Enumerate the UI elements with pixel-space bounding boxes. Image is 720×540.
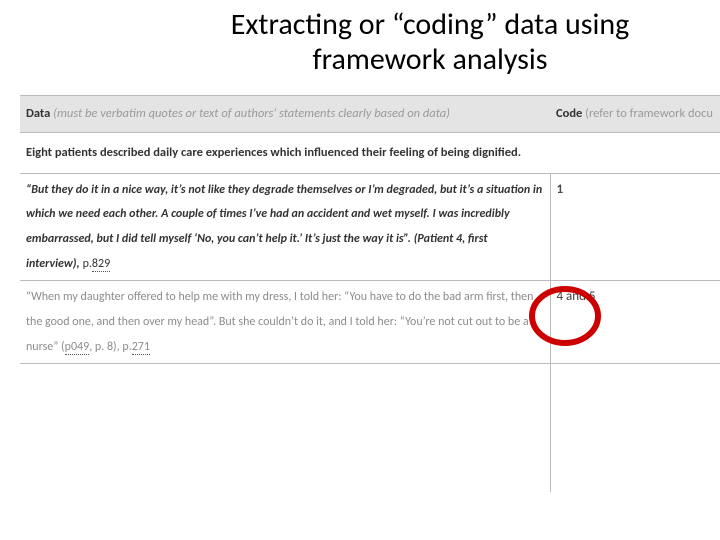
code-cell-2: 4 and 5: [550, 281, 720, 364]
table-header-row: Data (must be verbatim quotes or text of…: [20, 96, 720, 133]
pid-paren-close: , p. 8),: [89, 340, 119, 354]
summary-row: Eight patients described daily care expe…: [20, 132, 720, 173]
header-data: Data (must be verbatim quotes or text of…: [20, 96, 550, 133]
spacer-row: [20, 364, 720, 493]
data-row-1: “But they do it in a nice way, it’s not …: [20, 173, 720, 281]
slide: Extracting or “coding” data using framew…: [0, 0, 720, 540]
page-label-1: p.: [83, 257, 92, 271]
header-code-desc: (refer to framework docu: [585, 106, 713, 121]
page-num-2: 271: [132, 340, 150, 355]
data-cell-2: “When my daughter offered to help me wit…: [20, 281, 550, 364]
slide-title: Extracting or “coding” data using framew…: [180, 8, 680, 77]
pid-label: p049: [65, 340, 90, 355]
spacer-code: [550, 364, 720, 493]
data-cell-1: “But they do it in a nice way, it’s not …: [20, 173, 550, 281]
header-code: Code (refer to framework docu: [550, 96, 720, 133]
spacer-data: [20, 364, 550, 493]
header-data-desc: (must be verbatim quotes or text of auth…: [53, 106, 450, 121]
header-code-label: Code: [556, 106, 582, 121]
code-cell-1: 1: [550, 173, 720, 281]
data-row-2: “When my daughter offered to help me wit…: [20, 281, 720, 364]
page-ref-1: p.829: [83, 257, 111, 272]
page-label-2: p.: [120, 340, 132, 354]
summary-text: Eight patients described daily care expe…: [20, 132, 720, 173]
coding-table-wrap: Data (must be verbatim quotes or text of…: [20, 95, 720, 492]
page-num-1: 829: [92, 257, 110, 272]
coding-table: Data (must be verbatim quotes or text of…: [20, 95, 720, 492]
header-data-label: Data: [26, 106, 50, 121]
